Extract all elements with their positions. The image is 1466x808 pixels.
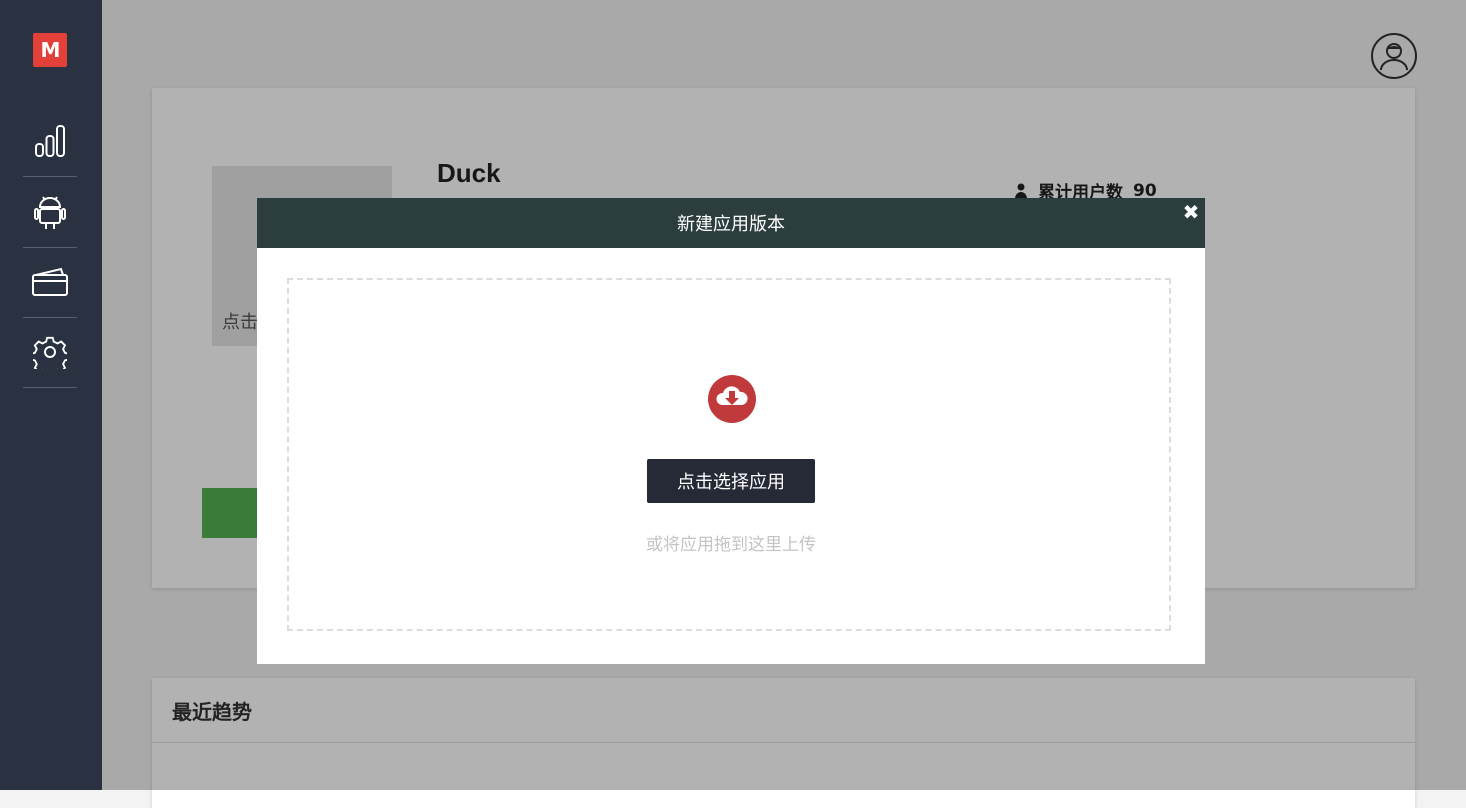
bar-chart-icon [35,125,65,157]
wallet-icon [32,267,68,296]
app-logo[interactable]: M [33,33,67,67]
modal-header: 新建应用版本 [257,198,1205,248]
logo-glyph: M [40,38,61,62]
android-icon [34,196,66,229]
sidebar-item-apps[interactable] [23,177,77,248]
cloud-download-icon [708,375,756,423]
sidebar-item-billing[interactable] [23,247,77,318]
drop-hint: 或将应用拖到这里上传 [646,535,816,555]
sidebar-item-statistics[interactable] [23,106,77,177]
gear-icon [33,336,67,369]
sidebar: M [0,0,102,790]
close-icon[interactable]: ✖ [1181,202,1201,222]
upload-dropzone[interactable]: 点击选择应用 或将应用拖到这里上传 [287,278,1171,631]
new-version-modal: 新建应用版本 ✖ 点击选择应用 或将应用拖到这里上传 [257,198,1205,664]
choose-app-button[interactable]: 点击选择应用 [647,459,815,503]
modal-title: 新建应用版本 [677,214,785,235]
sidebar-item-settings[interactable] [23,317,77,388]
